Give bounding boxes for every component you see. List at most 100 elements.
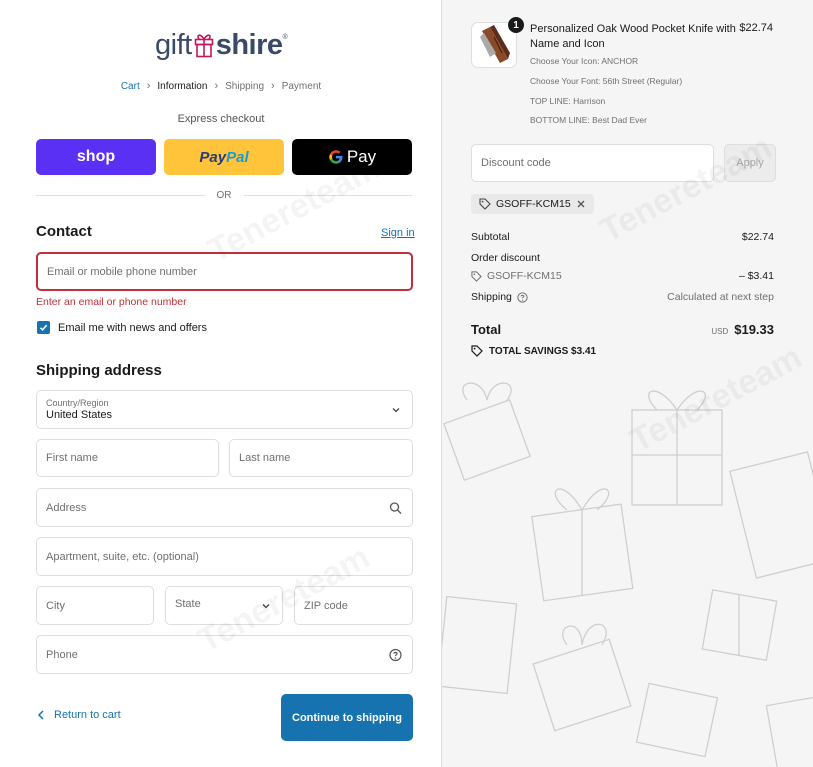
apartment-field[interactable]: Apartment, suite, etc. (optional) [36, 537, 413, 576]
discount-code-row: GSOFF-KCM15 – $3.41 [471, 270, 774, 282]
tag-icon [471, 270, 482, 282]
paypal-label-pal: Pal [226, 148, 249, 166]
address-field[interactable]: Address [36, 488, 413, 527]
contact-heading: Contact [36, 223, 92, 240]
applied-discount-chip: GSOFF-KCM15 [471, 194, 594, 214]
discount-value: – $3.41 [738, 270, 774, 282]
total-savings: TOTAL SAVINGS $3.41 [471, 345, 596, 357]
total-row: Total USD $19.33 [471, 322, 774, 337]
subtotal-value: $22.74 [741, 231, 774, 243]
shipping-row: Shipping Calculated at next step [471, 291, 774, 303]
newsletter-checkbox[interactable] [37, 321, 50, 334]
phone-field[interactable]: Phone [36, 635, 413, 674]
google-pay-label: Pay [346, 147, 377, 166]
breadcrumb-information: Information [157, 80, 208, 92]
or-label: OR [216, 190, 232, 201]
breadcrumb: Cart › Information › Shipping › Payment [0, 80, 442, 92]
registered-mark: ® [282, 34, 288, 41]
quantity-badge: 1 [508, 17, 524, 33]
express-checkout-label: Express checkout [177, 113, 265, 125]
shop-pay-button[interactable]: shop [36, 139, 156, 175]
total-amount: USD $19.33 [711, 322, 774, 337]
return-to-cart-link[interactable]: Return to cart [37, 709, 121, 721]
logo-text-shire: shire [215, 28, 283, 61]
close-icon[interactable] [576, 199, 586, 209]
shipping-info: Shipping [471, 291, 528, 303]
subtotal-label: Subtotal [471, 231, 510, 243]
continue-to-shipping-button[interactable]: Continue to shipping [281, 694, 413, 741]
divider-line [243, 195, 412, 196]
continue-to-shipping-label: Continue to shipping [292, 711, 402, 724]
search-icon [389, 501, 402, 514]
newsletter-label: Email me with news and offers [58, 321, 207, 334]
product-title: Personalized Oak Wood Pocket Knife with … [530, 23, 736, 50]
sign-in-link[interactable]: Sign in [381, 227, 415, 239]
apartment-placeholder: Apartment, suite, etc. (optional) [46, 550, 199, 563]
product-price: $22.74 [739, 22, 773, 34]
discount-code-placeholder: Discount code [481, 157, 551, 169]
chevron-left-icon [37, 710, 44, 720]
logo-text-gift: gift [155, 28, 192, 61]
checkout-form-panel: gift shire ® Cart › Information › Shippi… [0, 0, 442, 767]
help-circle-icon[interactable] [389, 648, 402, 661]
shipping-label: Shipping [471, 291, 512, 303]
return-to-cart-label: Return to cart [54, 709, 121, 721]
product-option-font: Choose Your Font: 56th Street (Regular) [530, 76, 683, 86]
checkmark-icon [39, 324, 48, 331]
gift-box-icon [194, 34, 213, 58]
phone-placeholder: Phone [46, 648, 78, 661]
first-name-field[interactable]: First name [36, 439, 219, 477]
google-pay-button[interactable]: Pay [292, 139, 412, 175]
breadcrumb-payment: Payment [281, 80, 322, 92]
applied-discount-code: GSOFF-KCM15 [496, 198, 571, 210]
city-placeholder: City [46, 599, 65, 612]
state-placeholder: State [175, 597, 201, 610]
shop-pay-label: shop [76, 148, 116, 165]
first-name-placeholder: First name [46, 452, 98, 464]
country-select[interactable]: Country/Region United States [36, 390, 413, 429]
discount-code-info: GSOFF-KCM15 [471, 270, 562, 282]
zip-code-field[interactable]: ZIP code [294, 586, 413, 625]
email-error-message: Enter an email or phone number [36, 296, 187, 308]
last-name-field[interactable]: Last name [229, 439, 413, 477]
shipping-address-heading: Shipping address [36, 362, 162, 379]
city-field[interactable]: City [36, 586, 154, 625]
google-g-icon [329, 150, 343, 164]
total-value: $19.33 [734, 322, 774, 337]
total-label: Total [471, 322, 502, 337]
newsletter-option: Email me with news and offers [37, 321, 207, 334]
country-label: Country/Region [46, 398, 109, 408]
state-select[interactable]: State [165, 586, 283, 625]
giftshire-logo[interactable]: gift shire ® [155, 24, 295, 66]
address-placeholder: Address [46, 501, 87, 514]
order-discount-label: Order discount [471, 252, 540, 264]
or-divider: OR [36, 190, 412, 201]
breadcrumb-shipping: Shipping [225, 80, 265, 92]
breadcrumb-cart[interactable]: Cart [121, 81, 140, 92]
chevron-down-icon [262, 603, 270, 608]
discount-code-field[interactable]: Discount code [471, 144, 714, 182]
apply-label: Apply [736, 157, 764, 169]
tag-icon [479, 198, 491, 210]
order-summary-panel: 1 Personalized Oak Wood Pocket Knife wit… [442, 0, 813, 767]
chevron-right-icon: › [271, 80, 275, 92]
product-option-top-line: TOP LINE: Harrison [530, 96, 606, 106]
gift-box-pattern-illustration [442, 382, 813, 767]
total-savings-label: TOTAL SAVINGS $3.41 [489, 345, 597, 357]
paypal-label-pay: Pay [199, 148, 227, 166]
discount-code-label: GSOFF-KCM15 [487, 270, 562, 282]
email-field[interactable]: Email or mobile phone number [36, 252, 413, 291]
divider-line [36, 195, 205, 196]
subtotal-row: Subtotal $22.74 [471, 231, 774, 243]
paypal-button[interactable]: Pay Pal [164, 139, 284, 175]
product-option-icon: Choose Your Icon: ANCHOR [530, 56, 639, 66]
zip-code-placeholder: ZIP code [304, 599, 348, 612]
last-name-placeholder: Last name [239, 452, 291, 464]
chevron-right-icon: › [146, 80, 151, 92]
shipping-value: Calculated at next step [667, 291, 774, 303]
email-placeholder: Email or mobile phone number [47, 265, 197, 278]
chevron-down-icon [392, 407, 400, 412]
help-circle-icon[interactable] [517, 291, 528, 303]
product-option-bottom-line: BOTTOM LINE: Best Dad Ever [530, 115, 647, 125]
apply-discount-button[interactable]: Apply [724, 144, 776, 182]
